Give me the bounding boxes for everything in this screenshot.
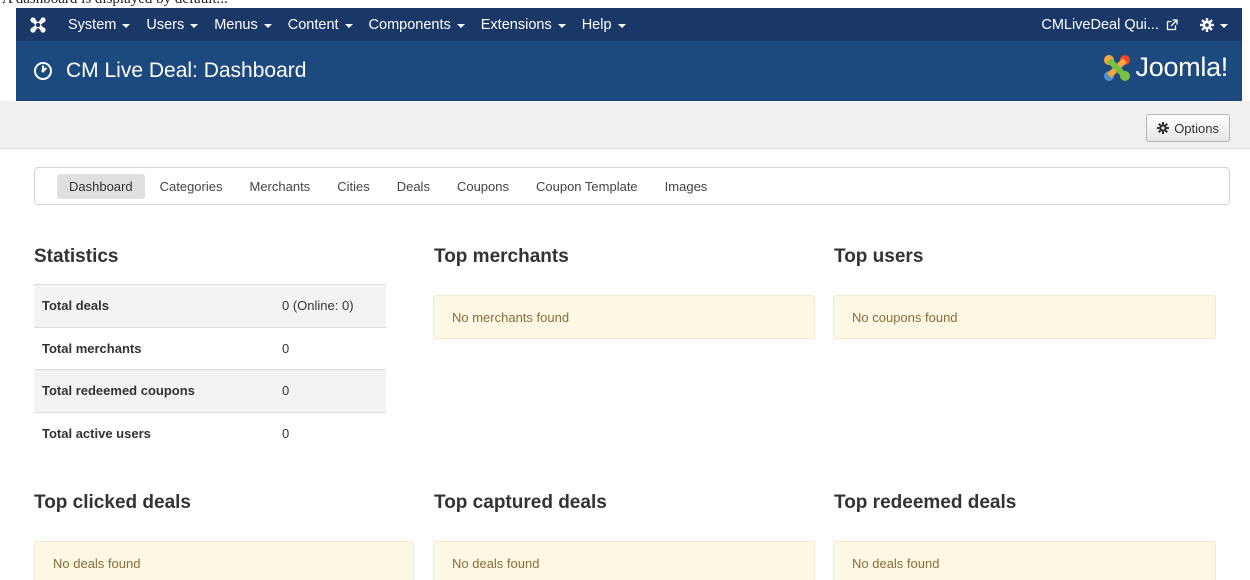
joomla-logo-icon[interactable] (16, 8, 60, 41)
menu-content[interactable]: Content (280, 8, 361, 41)
top-users-title: Top users (834, 246, 924, 267)
menu-menus[interactable]: Menus (206, 8, 280, 41)
caret-down-icon (456, 23, 465, 28)
page-header: CM Live Deal: Dashboard Joomla! (16, 41, 1242, 101)
navbar-right: CMLiveDeal Qui... (1029, 8, 1242, 41)
table-row: Total deals 0 (Online: 0) (34, 284, 386, 327)
stat-label: Total merchants (34, 326, 274, 370)
top-captured-deals-title: Top captured deals (434, 492, 607, 513)
joomla-brand-text: Joomla! (1135, 52, 1229, 82)
user-menu[interactable] (1190, 8, 1242, 41)
top-merchants-empty-alert: No merchants found (433, 295, 815, 339)
component-subnav: Dashboard Categories Merchants Cities De… (34, 167, 1230, 205)
subnav-images[interactable]: Images (653, 174, 720, 199)
statistics-table: Total deals 0 (Online: 0) Total merchant… (34, 284, 386, 455)
toolbar: Options (0, 101, 1250, 149)
gear-icon (1200, 17, 1214, 32)
stat-value: 0 (274, 411, 386, 455)
table-row: Total redeemed coupons 0 (34, 369, 386, 412)
joomla-brand: Joomla! (1102, 52, 1228, 83)
alert-text: No merchants found (452, 309, 570, 325)
caret-down-icon (557, 23, 566, 28)
admin-navbar: System Users Menus Content Components Ex… (16, 8, 1242, 41)
caret-down-icon (122, 23, 131, 28)
site-link-label: CMLiveDeal Qui... (1041, 16, 1159, 33)
options-button[interactable]: Options (1146, 114, 1230, 142)
caret-down-icon (1220, 23, 1228, 28)
top-captured-deals-empty-alert: No deals found (433, 541, 815, 580)
stat-value: 0 (Online: 0) (274, 284, 386, 327)
menu-label: System (68, 16, 117, 33)
top-strip: A dashboard is displayed by default... (0, 0, 1250, 8)
site-link[interactable]: CMLiveDeal Qui... (1029, 8, 1190, 41)
caret-down-icon (190, 23, 199, 28)
external-link-icon (1166, 18, 1178, 30)
subnav-coupons[interactable]: Coupons (445, 174, 521, 199)
stat-value: 0 (274, 369, 386, 412)
alert-text: No deals found (53, 555, 141, 571)
menu-label: Extensions (480, 16, 552, 33)
subnav-dashboard[interactable]: Dashboard (57, 173, 145, 199)
menu-components[interactable]: Components (361, 8, 473, 41)
subnav-coupon-template[interactable]: Coupon Template (524, 174, 650, 199)
statistics-title: Statistics (34, 246, 119, 267)
options-label: Options (1174, 120, 1219, 136)
menu-users[interactable]: Users (138, 8, 206, 41)
dashboard-icon (34, 62, 52, 80)
top-users-empty-alert: No coupons found (833, 295, 1216, 339)
subnav-deals[interactable]: Deals (385, 174, 442, 199)
menu-label: Users (146, 16, 185, 33)
menu-extensions[interactable]: Extensions (473, 8, 574, 41)
top-strip-text: A dashboard is displayed by default... (2, 0, 228, 8)
top-redeemed-deals-empty-alert: No deals found (833, 541, 1216, 580)
stat-label: Total redeemed coupons (34, 369, 274, 412)
caret-down-icon (344, 23, 353, 28)
alert-text: No deals found (452, 555, 540, 571)
subnav-categories[interactable]: Categories (148, 174, 235, 199)
menu-label: Components (368, 16, 451, 33)
top-merchants-title: Top merchants (434, 246, 569, 267)
top-clicked-deals-title: Top clicked deals (34, 492, 191, 513)
page-title: CM Live Deal: Dashboard (66, 59, 307, 82)
main-menu: System Users Menus Content Components Ex… (60, 8, 634, 41)
stat-label: Total deals (34, 284, 274, 327)
caret-down-icon (617, 23, 626, 28)
top-redeemed-deals-title: Top redeemed deals (834, 492, 1017, 513)
alert-text: No coupons found (852, 309, 958, 325)
stat-value: 0 (274, 326, 386, 370)
menu-help[interactable]: Help (574, 8, 634, 41)
caret-down-icon (263, 23, 272, 28)
menu-system[interactable]: System (60, 8, 138, 41)
table-row: Total active users 0 (34, 411, 386, 455)
stat-label: Total active users (34, 411, 274, 455)
subnav-cities[interactable]: Cities (325, 174, 382, 199)
menu-label: Help (581, 16, 612, 33)
table-row: Total merchants 0 (34, 326, 386, 370)
subnav-merchants[interactable]: Merchants (237, 174, 322, 199)
gear-icon (1157, 122, 1170, 134)
menu-label: Menus (214, 16, 258, 33)
alert-text: No deals found (852, 555, 940, 571)
top-clicked-deals-empty-alert: No deals found (34, 541, 414, 580)
menu-label: Content (287, 16, 339, 33)
joomla-brand-icon (1103, 54, 1130, 81)
